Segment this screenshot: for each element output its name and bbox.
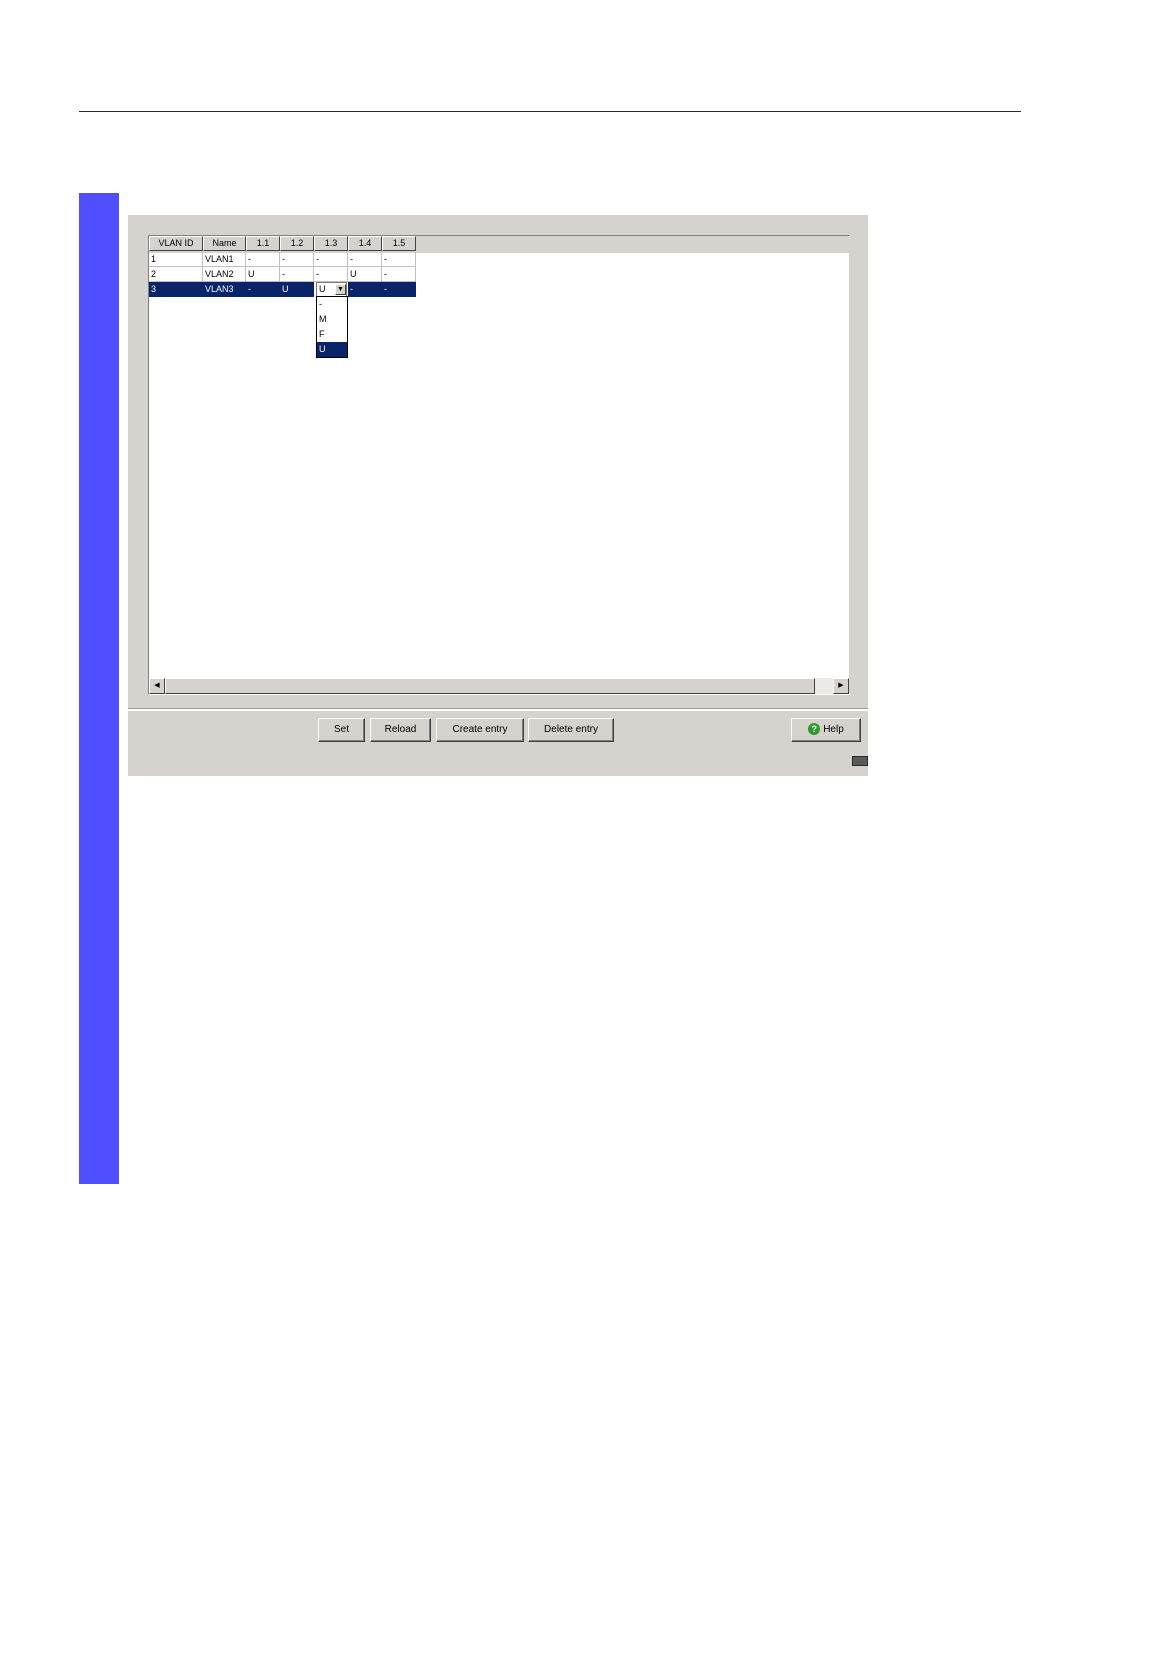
membership-dropdown-list: - M F U [316, 296, 348, 358]
cell-port-1-1[interactable]: - [246, 282, 280, 297]
table-row-selected[interactable]: 3 VLAN3 - U - - U ▼ [149, 282, 416, 297]
col-header-vlan-id[interactable]: VLAN ID [149, 236, 203, 251]
button-bar-separator [128, 708, 868, 711]
cell-port-1-1[interactable]: - [246, 252, 280, 267]
connection-status-icon [852, 756, 868, 766]
col-header-port-1-1[interactable]: 1.1 [246, 236, 280, 251]
cell-port-1-1[interactable]: U [246, 267, 280, 282]
scroll-thumb[interactable] [165, 678, 815, 694]
horizontal-scrollbar[interactable]: ◀ ▶ [149, 678, 849, 694]
cell-vlan-name[interactable]: VLAN3 [203, 282, 246, 297]
combo-value: U [319, 284, 326, 294]
help-button[interactable]: ? Help [791, 718, 861, 742]
delete-entry-button[interactable]: Delete entry [528, 718, 614, 742]
table-header: VLAN ID Name 1.1 1.2 1.3 1.4 1.5 [149, 236, 849, 253]
create-entry-button[interactable]: Create entry [436, 718, 524, 742]
table-row[interactable]: 1 VLAN1 - - - - - [149, 252, 416, 267]
cell-port-1-3[interactable]: - [314, 267, 348, 282]
dropdown-option-u[interactable]: U [317, 342, 347, 357]
cell-vlan-name[interactable]: VLAN1 [203, 252, 246, 267]
col-header-port-1-4[interactable]: 1.4 [348, 236, 382, 251]
right-panel-strip [849, 235, 868, 693]
cell-port-1-5[interactable]: - [382, 282, 416, 297]
help-label: Help [823, 724, 844, 735]
table-row[interactable]: 2 VLAN2 U - - U - [149, 267, 416, 282]
dropdown-option-none[interactable]: - [317, 297, 347, 312]
side-accent-bar [79, 193, 119, 1184]
cell-port-1-4[interactable]: - [348, 252, 382, 267]
help-icon: ? [808, 723, 821, 736]
cell-vlan-id[interactable]: 3 [149, 282, 203, 297]
cell-vlan-id[interactable]: 1 [149, 252, 203, 267]
arrow-left-icon[interactable]: ◀ [149, 678, 165, 694]
vlan-table: VLAN ID Name 1.1 1.2 1.3 1.4 1.5 1 VLAN1… [148, 235, 850, 695]
dropdown-option-f[interactable]: F [317, 327, 347, 342]
dropdown-option-m[interactable]: M [317, 312, 347, 327]
vlan-static-window: VLAN ID Name 1.1 1.2 1.3 1.4 1.5 1 VLAN1… [128, 215, 868, 776]
cell-port-1-4[interactable]: - [348, 282, 382, 297]
port-1-3-membership-select[interactable]: U ▼ [316, 282, 347, 297]
cell-port-1-2[interactable]: - [280, 267, 314, 282]
page-top-rule [79, 111, 1021, 112]
col-header-name[interactable]: Name [203, 236, 246, 251]
chevron-down-icon[interactable]: ▼ [335, 284, 346, 295]
arrow-right-icon[interactable]: ▶ [833, 678, 849, 694]
set-button[interactable]: Set [318, 718, 365, 742]
cell-port-1-5[interactable]: - [382, 267, 416, 282]
col-header-port-1-5[interactable]: 1.5 [382, 236, 416, 251]
cell-port-1-2[interactable]: U [280, 282, 314, 297]
reload-button[interactable]: Reload [370, 718, 431, 742]
col-header-port-1-3[interactable]: 1.3 [314, 236, 348, 251]
cell-vlan-name[interactable]: VLAN2 [203, 267, 246, 282]
cell-port-1-4[interactable]: U [348, 267, 382, 282]
cell-port-1-2[interactable]: - [280, 252, 314, 267]
cell-port-1-3[interactable]: - [314, 252, 348, 267]
cell-vlan-id[interactable]: 2 [149, 267, 203, 282]
cell-port-1-5[interactable]: - [382, 252, 416, 267]
col-header-port-1-2[interactable]: 1.2 [280, 236, 314, 251]
